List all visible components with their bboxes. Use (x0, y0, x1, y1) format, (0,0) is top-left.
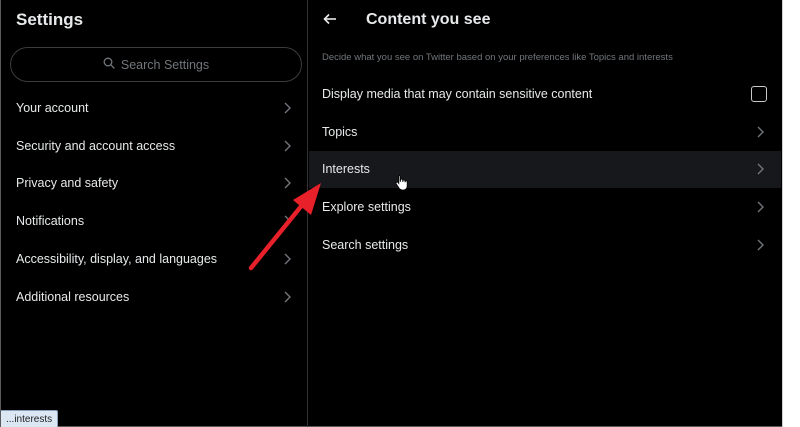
row-explore-settings[interactable]: Explore settings (309, 188, 781, 226)
sidebar-item-label: Privacy and safety (16, 176, 119, 191)
window-frame: Settings Search Settings Your account Se… (0, 0, 800, 427)
sensitive-media-row[interactable]: Display media that may contain sensitive… (309, 75, 781, 113)
status-link-preview: ...interests (1, 410, 59, 427)
page-subtitle: Decide what you see on Twitter based on … (322, 52, 673, 63)
arrow-left-icon (323, 12, 337, 30)
hand-cursor-icon (395, 174, 408, 191)
search-placeholder: Search Settings (120, 57, 210, 72)
content-panel: Content you see Decide what you see on T… (309, 0, 781, 427)
row-topics[interactable]: Topics (309, 113, 781, 151)
chevron-right-icon (280, 290, 294, 304)
chevron-right-icon (753, 125, 767, 139)
sidebar-item-label: Notifications (16, 214, 85, 229)
sensitive-media-checkbox[interactable] (751, 85, 767, 102)
chevron-right-icon (753, 238, 767, 252)
chevron-right-icon (753, 200, 767, 214)
sidebar-item-label: Additional resources (16, 289, 130, 304)
sensitive-media-label: Display media that may contain sensitive… (322, 86, 593, 101)
search-icon (103, 57, 115, 72)
sidebar-item-your-account[interactable]: Your account (2, 89, 308, 127)
chevron-right-icon (753, 162, 767, 176)
search-settings-input[interactable]: Search Settings (10, 47, 302, 82)
row-label: Search settings (322, 238, 409, 253)
row-label: Explore settings (322, 200, 411, 215)
sidebar-item-label: Accessibility, display, and languages (16, 252, 218, 267)
row-search-settings[interactable]: Search settings (309, 226, 781, 264)
row-interests[interactable]: Interests (309, 150, 781, 189)
sidebar-item-security[interactable]: Security and account access (2, 127, 308, 165)
page-title: Content you see (366, 11, 491, 28)
back-button[interactable] (321, 12, 339, 30)
sidebar-item-additional-resources[interactable]: Additional resources (2, 278, 308, 316)
row-label: Topics (322, 124, 358, 139)
chevron-right-icon (280, 139, 294, 153)
annotation-arrow-icon (248, 183, 321, 271)
sidebar-title: Settings (16, 10, 84, 29)
chevron-right-icon (280, 101, 294, 115)
row-label: Interests (322, 162, 370, 177)
sidebar-item-label: Security and account access (16, 138, 176, 153)
sidebar-item-label: Your account (16, 100, 89, 115)
content-settings-list: Display media that may contain sensitive… (309, 75, 781, 264)
page-scrollbar[interactable] (782, 0, 800, 427)
